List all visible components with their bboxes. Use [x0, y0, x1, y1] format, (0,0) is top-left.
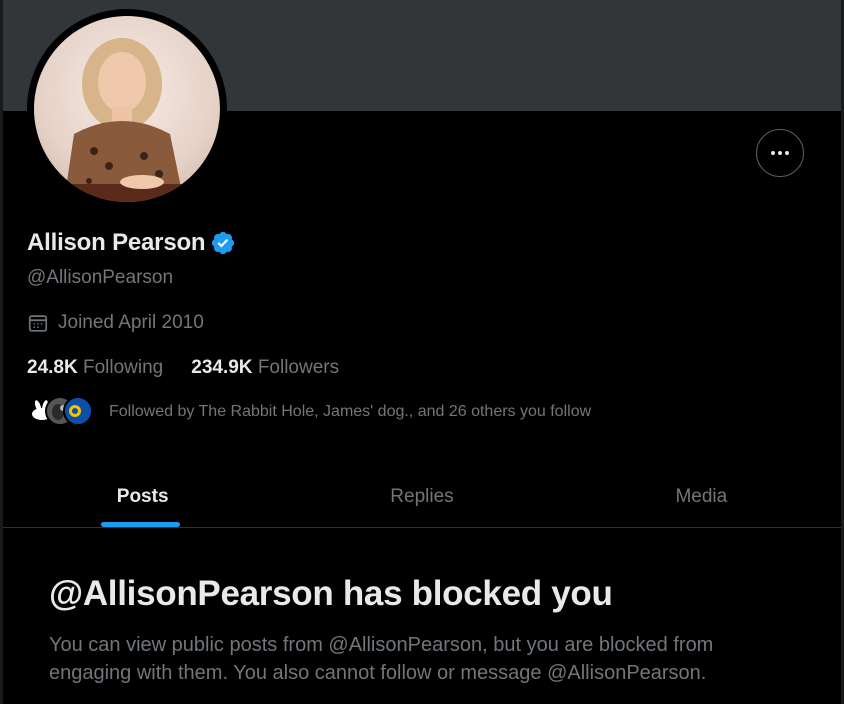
follow-stats: 24.8K Following 234.9K Followers: [27, 357, 339, 379]
profile-tabs: Posts Replies Media: [3, 465, 841, 528]
profile-handle: @AllisonPearson: [27, 267, 174, 288]
joined-date-row: Joined April 2010: [27, 312, 204, 334]
followers-link[interactable]: 234.9K Followers: [191, 357, 339, 379]
avatar-photo: [34, 38, 220, 202]
tabs-divider: [3, 527, 841, 528]
more-options-icon-dot: [778, 151, 782, 155]
avatar-frame[interactable]: [27, 9, 227, 209]
more-options-icon-dot: [785, 151, 789, 155]
profile-page: Allison Pearson @AllisonPearson Joined A…: [3, 0, 841, 704]
profile-name: Allison Pearson: [27, 229, 206, 256]
followers-label: Followers: [257, 357, 340, 378]
following-label: Following: [82, 357, 164, 378]
joined-date-text: Joined April 2010: [58, 312, 204, 333]
profile-name-row: Allison Pearson: [27, 229, 236, 257]
followed-by-text: Followed by The Rabbit Hole, James' dog.…: [109, 403, 592, 420]
followers-count: 234.9K: [191, 357, 253, 378]
following-count: 24.8K: [27, 357, 78, 378]
following-link[interactable]: 24.8K Following: [27, 357, 163, 379]
followers-you-know-link[interactable]: Followed by The Rabbit Hole, James' dog.…: [27, 395, 591, 429]
tab-media[interactable]: Media: [562, 465, 841, 528]
blocked-message-title: @AllisonPearson has blocked you: [49, 574, 613, 613]
more-options-icon: [771, 151, 775, 155]
blocked-message-body: You can view public posts from @AllisonP…: [49, 634, 714, 684]
more-options-button[interactable]: [756, 129, 804, 177]
verified-badge-icon[interactable]: [210, 230, 236, 256]
mutual-follower-avatar: [63, 396, 93, 426]
avatar[interactable]: [34, 16, 220, 202]
tab-replies[interactable]: Replies: [282, 465, 561, 528]
mutual-followers-avatars: [27, 395, 93, 429]
tab-posts[interactable]: Posts: [3, 465, 282, 528]
calendar-icon: [27, 312, 49, 334]
